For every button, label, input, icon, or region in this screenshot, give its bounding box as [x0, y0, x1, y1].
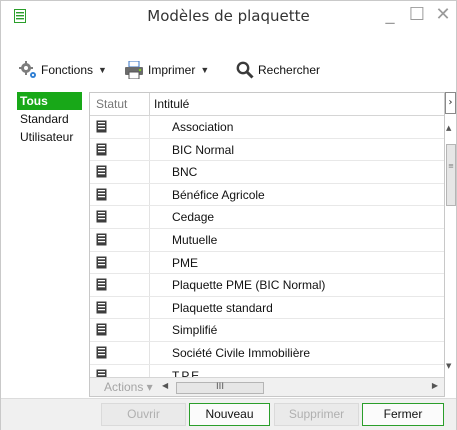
- supprimer-button[interactable]: Supprimer: [274, 403, 359, 426]
- nouveau-button[interactable]: Nouveau: [189, 403, 270, 426]
- model-document-icon: [96, 188, 107, 201]
- scroll-right-arrow-icon[interactable]: ▶: [432, 381, 438, 390]
- model-document-icon: [96, 143, 107, 156]
- scroll-up-arrow-icon[interactable]: ▲: [446, 124, 451, 132]
- table-row[interactable]: Bénéfice Agricole: [90, 183, 444, 207]
- grid-header: Statut Intitulé: [90, 93, 444, 116]
- table-row[interactable]: BIC Normal: [90, 138, 444, 162]
- row-intitule: BNC: [172, 165, 198, 180]
- model-document-icon: [96, 301, 107, 314]
- horizontal-scrollbar[interactable]: ◀ III ▶: [162, 381, 440, 394]
- fonctions-menu-button[interactable]: Fonctions ▼: [19, 60, 107, 80]
- table-row[interactable]: Cedage: [90, 206, 444, 229]
- row-intitule: BIC Normal: [172, 142, 235, 157]
- row-intitule: Simplifié: [172, 323, 218, 338]
- filter-utilisateur[interactable]: Utilisateur: [17, 128, 82, 146]
- row-intitule: PME: [172, 255, 199, 270]
- horizontal-scroll-thumb[interactable]: III: [176, 382, 264, 394]
- model-document-icon: [96, 323, 107, 336]
- row-intitule: Mutuelle: [172, 232, 218, 247]
- filter-list: Tous Standard Utilisateur: [17, 92, 82, 146]
- dialog-window: Modèles de plaquette _ ☐ ✕ Fonctions ▼ I…: [0, 0, 457, 430]
- actions-dropdown[interactable]: Actions ▾: [104, 380, 153, 394]
- rechercher-button[interactable]: Rechercher: [236, 60, 320, 80]
- table-row[interactable]: Plaquette standard: [90, 296, 444, 320]
- row-intitule: Société Civile Immobilière: [172, 345, 311, 360]
- scroll-down-arrow-icon[interactable]: ▼: [446, 362, 451, 370]
- grid-footer: Actions ▾ ◀ III ▶: [90, 377, 444, 396]
- model-document-icon: [96, 165, 107, 178]
- scroll-left-arrow-icon[interactable]: ◀: [162, 381, 168, 390]
- column-header-statut[interactable]: Statut: [96, 97, 127, 111]
- row-intitule: Cedage: [172, 210, 215, 225]
- table-row[interactable]: Société Civile Immobilière: [90, 341, 444, 365]
- vertical-scrollbar[interactable]: › ▲ ≡ ▼: [445, 92, 456, 395]
- row-intitule: Plaquette standard: [172, 300, 273, 315]
- table-row[interactable]: Plaquette PME (BIC Normal): [90, 274, 444, 297]
- rechercher-label: Rechercher: [258, 63, 321, 77]
- button-bar: Ouvrir Nouveau Supprimer Fermer: [1, 398, 456, 430]
- table-row[interactable]: Association: [90, 116, 444, 139]
- vertical-scroll-thumb[interactable]: ≡: [446, 144, 456, 206]
- models-grid: Statut Intitulé Association BIC Normal B…: [89, 92, 445, 397]
- grid-rows: Association BIC Normal BNC Bénéfice Agri…: [90, 116, 444, 388]
- filter-standard[interactable]: Standard: [17, 110, 82, 128]
- row-intitule: Bénéfice Agricole: [172, 187, 265, 202]
- model-document-icon: [96, 120, 107, 133]
- toolbar: Fonctions ▼ Imprimer ▼ Rechercher: [1, 56, 456, 84]
- model-document-icon: [96, 256, 107, 269]
- fonctions-label: Fonctions: [41, 63, 94, 77]
- fermer-button[interactable]: Fermer: [362, 403, 444, 426]
- model-document-icon: [96, 346, 107, 359]
- table-row[interactable]: PME: [90, 251, 444, 275]
- table-row[interactable]: BNC: [90, 161, 444, 184]
- imprimer-menu-button[interactable]: Imprimer ▼: [124, 60, 209, 80]
- ouvrir-button[interactable]: Ouvrir: [101, 403, 186, 426]
- close-button[interactable]: ✕: [429, 3, 457, 27]
- search-icon: [236, 61, 254, 79]
- chevron-down-icon: ▼: [98, 65, 107, 75]
- chevron-down-icon: ▼: [200, 65, 210, 75]
- column-divider[interactable]: [149, 93, 150, 115]
- column-header-intitule[interactable]: Intitulé: [154, 97, 189, 111]
- minimize-button[interactable]: _: [376, 3, 404, 27]
- table-row[interactable]: Mutuelle: [90, 228, 444, 252]
- printer-icon: [125, 61, 143, 79]
- title-bar[interactable]: Modèles de plaquette _ ☐ ✕: [1, 1, 456, 31]
- model-document-icon: [96, 278, 107, 291]
- expand-panel-button[interactable]: ›: [445, 92, 456, 114]
- model-document-icon: [96, 233, 107, 246]
- model-document-icon: [96, 210, 107, 223]
- gear-icon: [19, 61, 36, 78]
- imprimer-label: Imprimer: [148, 63, 196, 77]
- row-intitule: Plaquette PME (BIC Normal): [172, 278, 326, 293]
- maximize-button[interactable]: ☐: [403, 3, 431, 27]
- filter-tous[interactable]: Tous: [17, 92, 82, 110]
- table-row[interactable]: Simplifié: [90, 319, 444, 342]
- row-intitule: Association: [172, 120, 234, 134]
